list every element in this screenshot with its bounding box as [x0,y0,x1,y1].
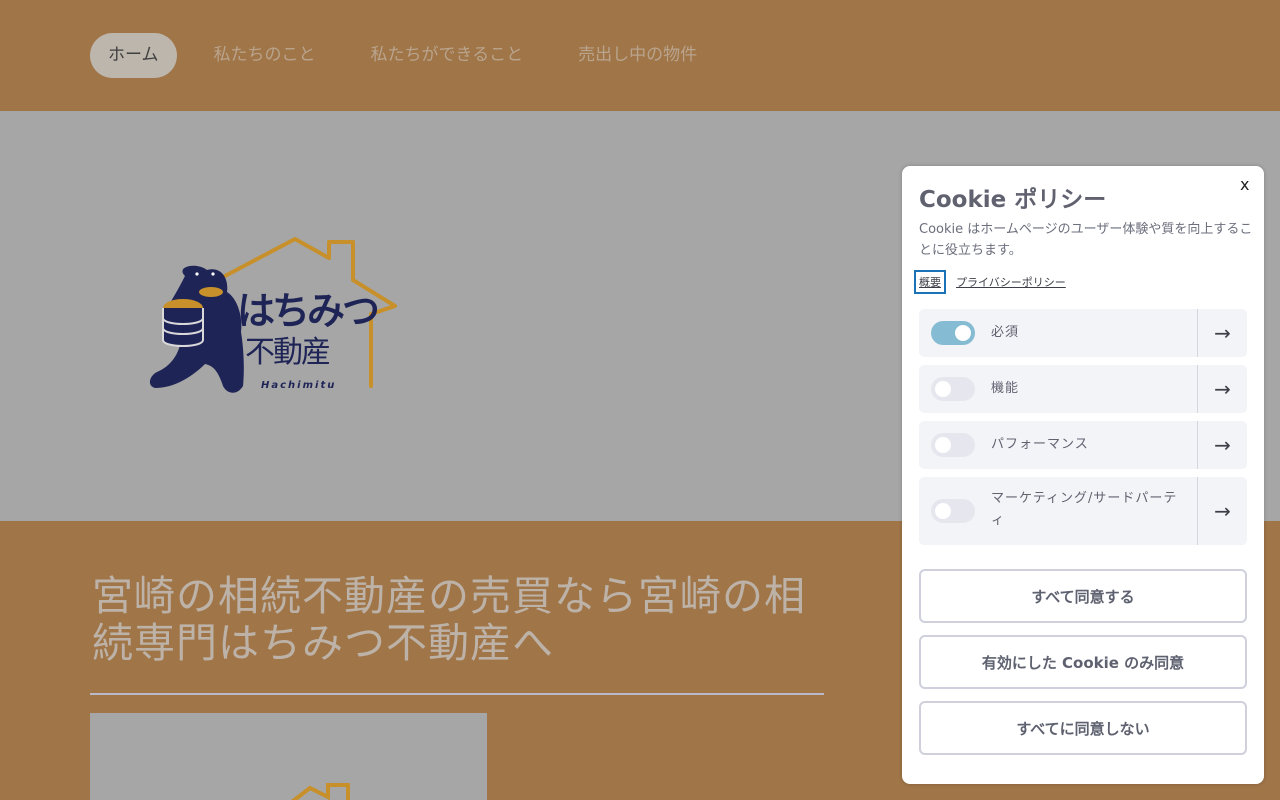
page-headline: 宮崎の相続不動産の売買なら宮崎の相続専門はちみつ不動産へ [92,572,806,667]
svg-text:Hachimitu: Hachimitu [261,380,336,391]
arrow-right-icon[interactable]: → [1197,477,1247,545]
site-header: ホーム 私たちのこと 私たちができること 売出し中の物件 [0,0,1280,111]
cookie-category-necessary: 必須 → [919,309,1247,357]
reject-all-button[interactable]: すべてに同意しない [919,701,1247,755]
cookie-category-functional: 機能 → [919,365,1247,413]
performance-toggle[interactable] [931,433,975,457]
close-icon[interactable]: x [1240,175,1249,194]
toggle-knob [935,437,951,453]
arrow-right-icon[interactable]: → [1197,365,1247,413]
main-nav: ホーム 私たちのこと 私たちができること 売出し中の物件 [90,33,734,78]
accept-selected-button[interactable]: 有効にした Cookie のみ同意 [919,635,1247,689]
toggle-knob [955,325,971,341]
hachimitu-logo[interactable]: はちみつ 不動産 Hachimitu [145,236,405,401]
nav-item-home[interactable]: ホーム [90,33,177,78]
accept-all-button[interactable]: すべて同意する [919,569,1247,623]
cookie-category-performance: パフォーマンス → [919,421,1247,469]
toggle-knob [935,381,951,397]
nav-item-properties[interactable]: 売出し中の物件 [560,33,715,78]
house-logo-fragment-icon [291,783,350,800]
svg-text:はちみつ: はちみつ [237,289,378,333]
marketing-toggle[interactable] [931,499,975,523]
cookie-category-marketing: マーケティング/サードパーティ → [919,477,1247,545]
cookie-category-label: 必須 [991,325,1020,340]
content-thumbnail[interactable] [90,713,487,800]
functional-toggle[interactable] [931,377,975,401]
cookie-category-label: 機能 [991,381,1020,396]
headline-divider [90,693,824,695]
necessary-toggle[interactable] [931,321,975,345]
cookie-consent-dialog: Cookie ポリシー x Cookie はホームページのユーザー体験や質を向上… [902,166,1264,784]
bear-house-logo-icon: はちみつ 不動産 Hachimitu [149,237,397,393]
arrow-right-icon[interactable]: → [1197,309,1247,357]
toggle-knob [935,503,951,519]
nav-item-about[interactable]: 私たちのこと [196,33,334,78]
privacy-policy-link[interactable]: プライバシーポリシー [956,274,1066,290]
svg-text:不動産: 不動産 [245,335,329,370]
cookie-description: Cookie はホームページのユーザー体験や質を向上することに役立ちます。 [919,222,1253,258]
cookie-category-label: マーケティング/サードパーティ [991,491,1178,528]
cookie-summary-link[interactable]: 概要 [914,270,946,294]
cookie-links: 概要 プライバシーポリシー [914,270,1066,294]
cookie-category-label: パフォーマンス [991,437,1089,452]
nav-item-services[interactable]: 私たちができること [353,33,542,78]
arrow-right-icon[interactable]: → [1197,421,1247,469]
cookie-dialog-title: Cookie ポリシー [919,187,1107,213]
